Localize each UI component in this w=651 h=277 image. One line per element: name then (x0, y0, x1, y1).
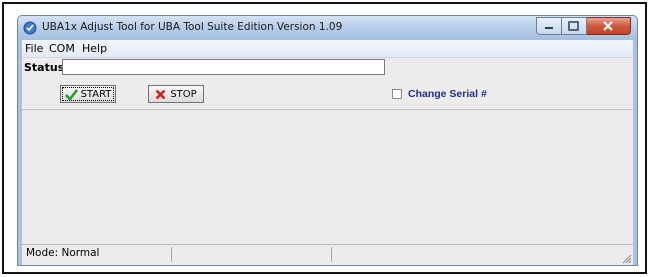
stop-button[interactable]: STOP (148, 85, 204, 103)
green-check-icon (64, 88, 78, 100)
change-serial-option[interactable]: Change Serial # (392, 88, 487, 100)
close-icon (603, 21, 613, 31)
start-button-focus: START (61, 87, 115, 101)
resize-grip-icon[interactable] (621, 253, 632, 264)
change-serial-checkbox[interactable] (392, 89, 402, 99)
change-serial-label: Change Serial # (408, 88, 487, 100)
start-button-label: START (80, 88, 112, 100)
start-button[interactable]: START (60, 85, 116, 103)
minimize-icon (545, 27, 553, 29)
maximize-icon (568, 21, 579, 31)
status-bar: Mode: Normal (22, 244, 633, 265)
status-field[interactable] (62, 59, 385, 75)
menu-help[interactable]: Help (82, 42, 107, 55)
status-mode: Mode: Normal (26, 247, 100, 259)
menu-com[interactable]: COM (49, 42, 75, 55)
app-shield-icon (23, 21, 37, 35)
panel-separator (22, 109, 633, 110)
status-label: Status (24, 61, 65, 74)
title-bar[interactable]: UBA1x Adjust Tool for UBA Tool Suite Edi… (18, 16, 637, 40)
window-title: UBA1x Adjust Tool for UBA Tool Suite Edi… (42, 21, 343, 33)
red-x-icon (155, 89, 166, 99)
app-window: UBA1x Adjust Tool for UBA Tool Suite Edi… (17, 15, 638, 266)
status-panel-3 (331, 247, 631, 262)
maximize-button[interactable] (562, 17, 587, 35)
close-button[interactable] (587, 17, 631, 35)
caption-buttons (536, 17, 631, 35)
status-panel-2 (171, 247, 331, 262)
stop-button-label: STOP (170, 88, 197, 100)
menu-bar: File COM Help (22, 40, 633, 58)
minimize-button[interactable] (536, 17, 562, 35)
client-area: File COM Help Status START STOP Change S… (22, 40, 633, 265)
menu-file[interactable]: File (25, 42, 43, 55)
